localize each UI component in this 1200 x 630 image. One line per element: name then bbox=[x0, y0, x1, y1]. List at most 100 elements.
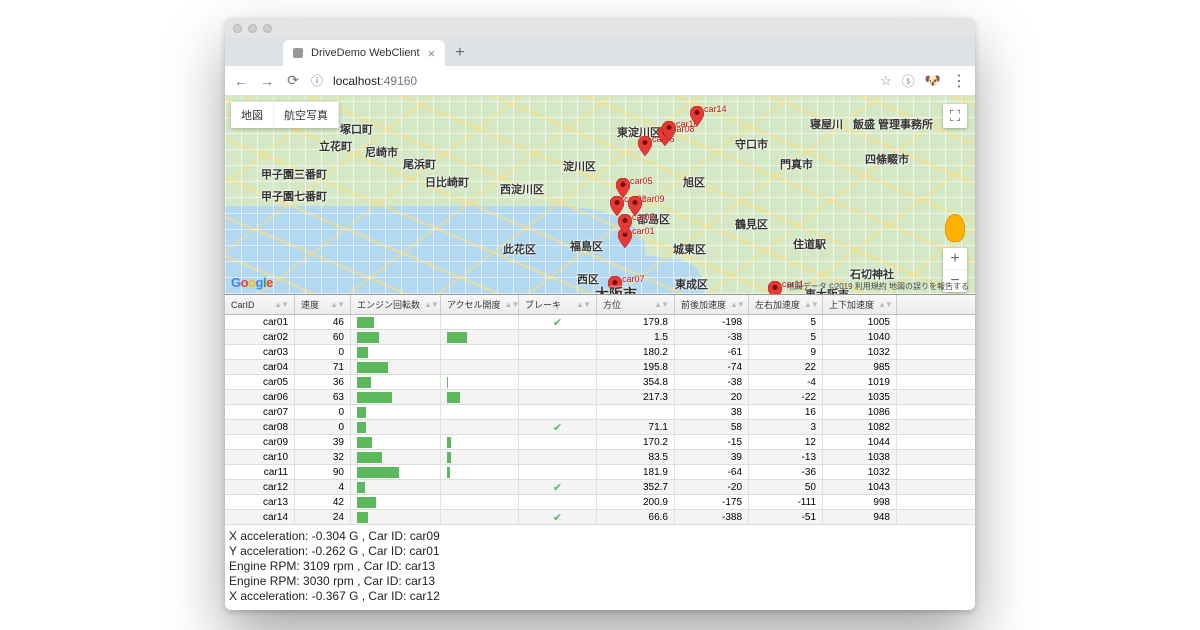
site-info-icon[interactable]: ⓘ bbox=[311, 72, 323, 89]
map-marker[interactable]: car10 bbox=[662, 121, 676, 141]
forward-button[interactable]: → bbox=[259, 73, 275, 89]
chrome-menu-button[interactable]: ⋮ bbox=[951, 71, 967, 91]
table-cell: -38 bbox=[675, 330, 749, 344]
table-row[interactable]: car1190181.9-64-361032 bbox=[225, 465, 975, 480]
table-cell: 195.8 bbox=[597, 360, 675, 374]
column-header[interactable]: エンジン回転数▲▼ bbox=[351, 295, 441, 314]
map-marker[interactable]: car09 bbox=[628, 196, 642, 216]
map-canvas[interactable]: 尼崎市立花町尾浜町日比崎町塚口町甲子園三番町甲子園七番町西淀川区淀川区此花区福島… bbox=[225, 96, 975, 294]
map-marker[interactable]: car11 bbox=[768, 281, 782, 294]
column-header[interactable]: CarID▲▼ bbox=[225, 295, 295, 314]
sort-icon: ▲▼ bbox=[505, 300, 519, 309]
table-cell bbox=[351, 315, 441, 329]
map-place-label: 門真市 bbox=[780, 156, 813, 172]
column-header[interactable]: 左右加速度▲▼ bbox=[749, 295, 823, 314]
table-row[interactable]: car030180.2-6191032 bbox=[225, 345, 975, 360]
table-row[interactable]: car1342200.9-175-111998 bbox=[225, 495, 975, 510]
column-header[interactable]: 方位▲▼ bbox=[597, 295, 675, 314]
table-row[interactable]: car0536354.8-38-41019 bbox=[225, 375, 975, 390]
table-row[interactable]: car124✔352.7-20501043 bbox=[225, 480, 975, 495]
table-row[interactable]: car0146✔179.8-19851005 bbox=[225, 315, 975, 330]
map-place-label: 尼崎市 bbox=[365, 144, 398, 160]
window-close-button[interactable] bbox=[233, 24, 242, 33]
check-icon: ✔ bbox=[553, 481, 562, 494]
map-place-label: 東成区 bbox=[675, 276, 708, 292]
map-attribution[interactable]: 地図データ ©2019 利用規約 地図の誤りを報告する bbox=[787, 281, 969, 292]
table-row[interactable]: car0471195.8-7422985 bbox=[225, 360, 975, 375]
table-cell: car06 bbox=[225, 390, 295, 404]
new-tab-button[interactable]: + bbox=[445, 44, 474, 66]
header-label: ブレーキ bbox=[525, 298, 561, 311]
vehicle-table: CarID▲▼速度▲▼エンジン回転数▲▼アクセル開度▲▼ブレーキ▲▼方位▲▼前後… bbox=[225, 294, 975, 525]
table-cell: 5 bbox=[749, 330, 823, 344]
window-zoom-button[interactable] bbox=[263, 24, 272, 33]
browser-tab[interactable]: DriveDemo WebClient × bbox=[283, 40, 445, 66]
table-cell: -111 bbox=[749, 495, 823, 509]
table-cell bbox=[351, 480, 441, 494]
sort-icon: ▲▼ bbox=[654, 300, 668, 309]
url-field[interactable]: localhost:49160 bbox=[333, 74, 870, 88]
table-cell: 60 bbox=[295, 330, 351, 344]
map-marker[interactable]: car03 bbox=[610, 196, 624, 216]
map-marker[interactable]: car06 bbox=[638, 136, 652, 156]
table-cell bbox=[519, 450, 597, 464]
table-cell: car07 bbox=[225, 405, 295, 419]
map-marker[interactable]: car14 bbox=[690, 106, 704, 126]
table-row[interactable]: car103283.539-131038 bbox=[225, 450, 975, 465]
map-type-satellite[interactable]: 航空写真 bbox=[274, 102, 339, 128]
map-place-label: 寝屋川 bbox=[810, 116, 843, 132]
column-header[interactable]: ブレーキ ▲▼ bbox=[519, 295, 597, 314]
table-cell: -198 bbox=[675, 315, 749, 329]
table-cell: car09 bbox=[225, 435, 295, 449]
fullscreen-icon[interactable]: ⛶ bbox=[943, 104, 967, 128]
table-row[interactable]: car07038161086 bbox=[225, 405, 975, 420]
table-cell bbox=[519, 330, 597, 344]
table-cell: 1005 bbox=[823, 315, 897, 329]
table-cell: -38 bbox=[675, 375, 749, 389]
table-cell bbox=[597, 405, 675, 419]
column-header[interactable]: アクセル開度▲▼ bbox=[441, 295, 519, 314]
profile-avatar-icon[interactable]: 🐶 bbox=[925, 73, 941, 89]
table-cell: 3 bbox=[749, 420, 823, 434]
sort-icon: ▲▼ bbox=[576, 300, 590, 309]
table-cell: 4 bbox=[295, 480, 351, 494]
table-cell bbox=[441, 315, 519, 329]
close-icon[interactable]: × bbox=[428, 46, 436, 61]
table-cell bbox=[351, 330, 441, 344]
reload-button[interactable]: ⟳ bbox=[285, 72, 301, 89]
table-cell bbox=[351, 510, 441, 524]
table-row[interactable]: car0939170.2-15121044 bbox=[225, 435, 975, 450]
table-row[interactable]: car02601.5-3851040 bbox=[225, 330, 975, 345]
map-marker[interactable]: car02 bbox=[618, 214, 632, 234]
map-place-label: 尾浜町 bbox=[403, 156, 436, 172]
log-line: Y acceleration: -0.262 G , Car ID: car01 bbox=[229, 544, 971, 559]
table-row[interactable]: car080✔71.15831082 bbox=[225, 420, 975, 435]
bookmark-star-icon[interactable]: ☆ bbox=[880, 73, 892, 89]
map-marker[interactable]: car05 bbox=[616, 178, 630, 198]
table-cell: 1032 bbox=[823, 465, 897, 479]
table-cell: 1035 bbox=[823, 390, 897, 404]
column-header[interactable]: 前後加速度▲▼ bbox=[675, 295, 749, 314]
map-type-map[interactable]: 地図 bbox=[231, 102, 274, 128]
google-logo: Google bbox=[231, 275, 273, 290]
table-cell: car11 bbox=[225, 465, 295, 479]
extension-skype-icon[interactable]: ⓢ bbox=[902, 71, 915, 90]
table-cell: 180.2 bbox=[597, 345, 675, 359]
column-header[interactable]: 上下加速度▲▼ bbox=[823, 295, 897, 314]
table-row[interactable]: car1424✔66.6-388-51948 bbox=[225, 510, 975, 525]
table-cell bbox=[519, 435, 597, 449]
sort-icon: ▲▼ bbox=[730, 300, 744, 309]
window-minimize-button[interactable] bbox=[248, 24, 257, 33]
column-header[interactable]: 速度▲▼ bbox=[295, 295, 351, 314]
table-cell: 217.3 bbox=[597, 390, 675, 404]
table-cell: car03 bbox=[225, 345, 295, 359]
pegman-icon[interactable] bbox=[945, 214, 965, 242]
zoom-in-button[interactable]: + bbox=[943, 248, 967, 270]
table-cell: 352.7 bbox=[597, 480, 675, 494]
table-row[interactable]: car0663217.320-221035 bbox=[225, 390, 975, 405]
window-titlebar bbox=[225, 18, 975, 38]
map-place-label: パルシティ日 bbox=[430, 293, 495, 294]
back-button[interactable]: ← bbox=[233, 73, 249, 89]
table-cell bbox=[519, 465, 597, 479]
table-cell: 1044 bbox=[823, 435, 897, 449]
